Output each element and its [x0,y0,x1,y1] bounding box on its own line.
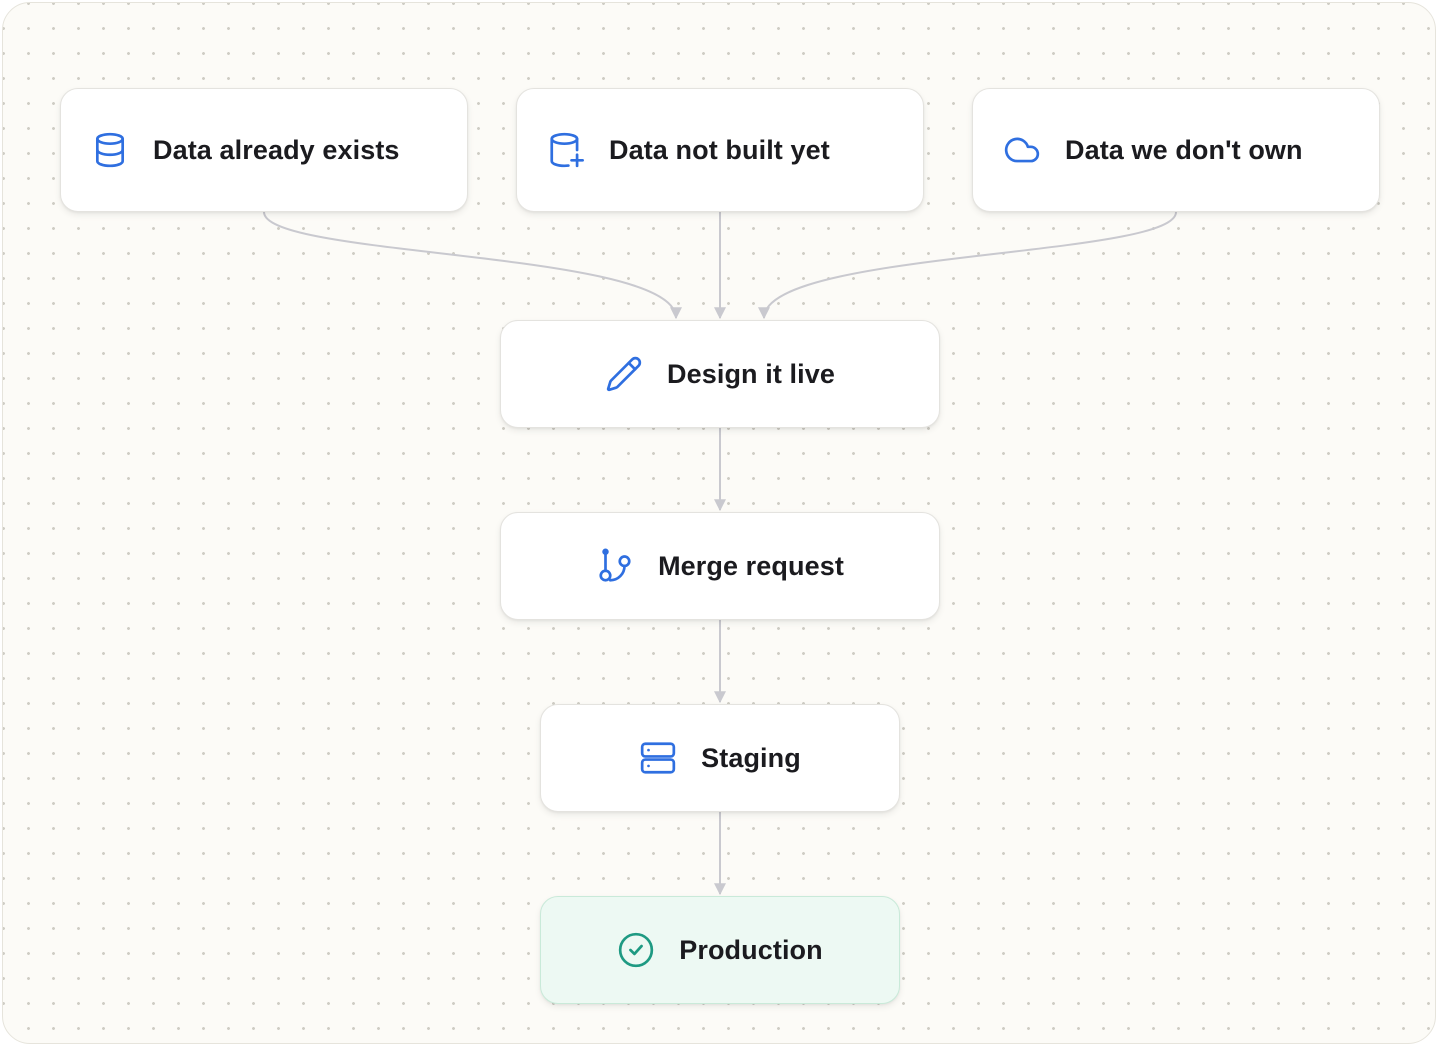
database-icon [91,131,129,169]
git-branch-icon [596,547,634,585]
node-label: Staging [701,742,801,773]
node-staging[interactable]: Staging [540,704,900,812]
check-circle-icon [617,931,655,969]
node-design-it-live[interactable]: Design it live [500,320,940,428]
node-label: Data not built yet [609,134,830,165]
node-label: Data already exists [153,134,400,165]
node-label: Design it live [667,358,835,389]
node-data-we-dont-own[interactable]: Data we don't own [972,88,1380,212]
node-label: Merge request [658,550,844,581]
server-icon [639,739,677,777]
node-data-not-built-yet[interactable]: Data not built yet [516,88,924,212]
cloud-icon [1003,131,1041,169]
pencil-icon [605,355,643,393]
node-label: Data we don't own [1065,134,1303,165]
node-merge-request[interactable]: Merge request [500,512,940,620]
node-label: Production [679,934,823,965]
node-data-already-exists[interactable]: Data already exists [60,88,468,212]
database-plus-icon [547,131,585,169]
node-production[interactable]: Production [540,896,900,1004]
